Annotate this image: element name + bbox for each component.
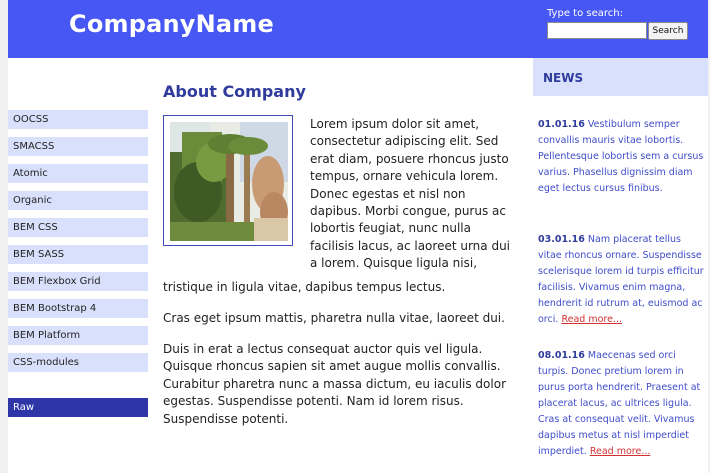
search-button[interactable]: Search	[648, 22, 688, 40]
news-text: Nam placerat tellus vitae rhoncus ornare…	[538, 234, 704, 325]
sidebar-item-bem-flexbox-grid[interactable]: BEM Flexbox Grid	[8, 272, 148, 291]
news-title: NEWS	[543, 71, 584, 85]
sidebar-item-oocss[interactable]: OOCSS	[8, 110, 148, 129]
sidebar-item-css-modules[interactable]: CSS-modules	[8, 353, 148, 372]
sidebar-item-bem-sass[interactable]: BEM SASS	[8, 245, 148, 264]
paragraph-3: Duis in erat a lectus consequat auctor q…	[163, 342, 507, 426]
brand-logo-text[interactable]: CompanyName	[69, 10, 274, 38]
news-item: 08.01.16 Maecenas sed orci turpis. Donec…	[538, 348, 704, 460]
sidebar-item-bem-platform[interactable]: BEM Platform	[8, 326, 148, 345]
site-header: CompanyName Type to search: Search	[8, 0, 708, 58]
news-date: 03.01.16	[538, 234, 585, 245]
search-input[interactable]	[547, 22, 647, 39]
news-date: 08.01.16	[538, 350, 585, 361]
read-more-link[interactable]: Read more...	[561, 314, 622, 325]
news-item: 01.01.16 Vestibulum semper convallis mau…	[538, 117, 704, 197]
sidebar-item-bem-bootstrap-4[interactable]: BEM Bootstrap 4	[8, 299, 148, 318]
paragraph-2: Cras eget ipsum mattis, pharetra nulla v…	[163, 311, 505, 325]
sidebar-item-atomic[interactable]: Atomic	[8, 164, 148, 183]
intro-paragraph-tail: tristique in ligula vitae, dapibus tempu…	[163, 280, 446, 294]
sidebar-item-raw[interactable]: Raw	[8, 398, 148, 417]
search-label: Type to search:	[547, 8, 623, 19]
page-title: About Company	[163, 82, 306, 101]
sidebar-item-bem-css[interactable]: BEM CSS	[8, 218, 148, 237]
page-left-gutter	[0, 0, 8, 473]
intro-paragraph-block: Lorem ipsum dolor sit amet, consectetur …	[310, 116, 514, 273]
news-item: 03.01.16 Nam placerat tellus vitae rhonc…	[538, 232, 704, 328]
news-text: Maecenas sed orci turpis. Donec pretium …	[538, 350, 701, 457]
intro-paragraph: Lorem ipsum dolor sit amet, consectetur …	[310, 117, 511, 271]
palm-garden-image	[170, 122, 288, 241]
sidebar-item-organic[interactable]: Organic	[8, 191, 148, 210]
news-date: 01.01.16	[538, 119, 585, 130]
sidebar-item-smacss[interactable]: SMACSS	[8, 137, 148, 156]
news-header: NEWS	[533, 58, 708, 96]
read-more-link[interactable]: Read more...	[590, 446, 651, 457]
news-text: Vestibulum semper convallis mauris vitae…	[538, 119, 704, 194]
company-photo	[163, 115, 293, 246]
